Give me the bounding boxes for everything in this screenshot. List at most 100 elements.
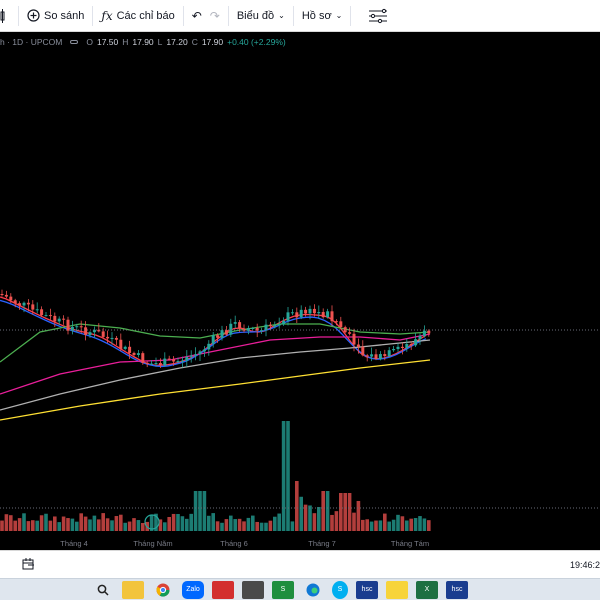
bar-style-button[interactable]	[0, 0, 16, 32]
close-key: C	[191, 37, 198, 47]
candle	[35, 302, 39, 314]
volume-bar	[83, 516, 88, 531]
volume-bar	[198, 491, 202, 531]
app-red-icon[interactable]	[212, 580, 234, 599]
volume-bar	[167, 516, 171, 531]
calculator-icon[interactable]	[242, 580, 264, 599]
candle	[264, 319, 268, 337]
volume-bar	[259, 522, 264, 531]
skype-icon[interactable]: S	[332, 580, 348, 599]
volume-bar	[303, 504, 308, 531]
candle	[141, 351, 145, 365]
candle	[48, 308, 52, 320]
volume-bar	[369, 521, 374, 531]
price-chart[interactable]: Tháng 4 Tháng Năm Tháng 6 Tháng 7 Tháng Tám	[0, 32, 600, 550]
chart-area[interactable]: Tháng 4 Tháng Năm Tháng 6 Tháng 7 Tháng Tám	[0, 32, 600, 550]
volume-bar	[35, 520, 39, 531]
compare-label: So sánh	[44, 9, 85, 22]
x-axis-label: Tháng 6	[220, 539, 248, 548]
volume-bar	[427, 520, 431, 531]
change-value: +0.40 (+2.29%)	[227, 37, 286, 47]
file-explorer-icon[interactable]	[122, 580, 144, 599]
candle	[44, 312, 48, 317]
redo-button[interactable]: ↷	[208, 0, 226, 32]
volume-bar	[286, 421, 290, 531]
candle	[163, 352, 167, 367]
sheets-green-icon[interactable]: S	[272, 580, 294, 599]
candle	[185, 350, 189, 367]
date-range-icon[interactable]	[22, 558, 35, 573]
volume-bar	[61, 516, 66, 531]
visibility-icon[interactable]	[70, 40, 79, 44]
high-value: 17.90	[132, 37, 154, 47]
candle	[123, 345, 127, 351]
toolbar-divider	[182, 5, 184, 26]
volume-bar	[92, 515, 97, 531]
menu-button[interactable]	[361, 0, 395, 32]
volume-bar	[400, 516, 405, 531]
candle	[97, 323, 101, 333]
volume-bar	[325, 491, 330, 531]
volume-bar	[13, 520, 17, 531]
compare-button[interactable]: So sánh	[21, 0, 90, 32]
volume-bar	[365, 519, 369, 531]
undo-button[interactable]: ↶	[186, 0, 208, 32]
candle	[286, 306, 290, 326]
excel-icon[interactable]: X	[416, 580, 438, 599]
volume-bar	[48, 520, 53, 531]
candle	[119, 333, 123, 352]
bottom-status-bar: 19:46:2	[0, 550, 600, 578]
low-value: 17.20	[166, 37, 188, 47]
candle	[392, 346, 396, 352]
volume-bar	[391, 519, 396, 531]
candle	[378, 351, 382, 361]
hsc-icon[interactable]: hsc	[356, 580, 378, 599]
hsc-icon-2[interactable]: hsc	[446, 580, 468, 599]
volume-bar	[127, 521, 132, 531]
volume-bar	[176, 514, 180, 531]
volume-bar	[97, 519, 101, 531]
edge-icon[interactable]	[302, 581, 324, 599]
volume-bar	[132, 518, 136, 531]
chart-menu-button[interactable]: Biểu đồ ⌄	[231, 0, 291, 32]
candle	[189, 350, 193, 363]
candle	[321, 308, 325, 319]
chrome-icon[interactable]	[152, 581, 174, 599]
volume-bar	[70, 518, 75, 531]
volume-bar	[101, 513, 105, 531]
volume-bar	[114, 516, 119, 531]
volume-bar	[334, 511, 339, 531]
volume-bar	[123, 522, 127, 531]
toolbar-divider	[92, 5, 94, 26]
volume-bar	[105, 518, 110, 531]
ohlc-legend: h · 1D · UPCOM O 17.50 H 17.90 L 17.20 C 17.…	[0, 36, 286, 48]
volume-bar	[39, 515, 44, 531]
sticky-notes-icon[interactable]	[386, 580, 408, 599]
indicators-button[interactable]: ƒx Các chỉ báo	[95, 0, 180, 32]
chart-menu-label: Biểu đồ	[236, 9, 275, 22]
volume-bar	[418, 516, 422, 531]
zalo-icon[interactable]: Zalo	[182, 580, 204, 599]
volume-bar	[396, 514, 400, 531]
candle	[326, 308, 330, 319]
profile-menu-button[interactable]: Hồ sơ ⌄	[296, 0, 349, 32]
search-icon[interactable]	[92, 581, 114, 599]
volume-bar	[185, 518, 189, 531]
volume-bar	[207, 515, 211, 531]
menu-lines-icon	[367, 7, 389, 25]
redo-icon: ↷	[209, 8, 220, 23]
moving-averages	[0, 296, 431, 421]
toolbar-divider	[227, 5, 229, 26]
volume-bar	[9, 515, 13, 531]
candle	[92, 326, 96, 338]
x-axis-label: Tháng Tám	[391, 539, 429, 548]
open-key: O	[86, 37, 93, 47]
os-taskbar: Zalo S S hsc X hsc	[0, 578, 600, 600]
volume-bar	[413, 518, 418, 531]
volume-bar	[141, 522, 145, 531]
volume-bar	[57, 522, 61, 531]
time-axis[interactable]: Tháng 4 Tháng Năm Tháng 6 Tháng 7 Tháng Tám	[60, 539, 429, 548]
volume-bar	[66, 518, 70, 531]
candle	[101, 327, 105, 339]
volume-bar	[26, 521, 31, 531]
